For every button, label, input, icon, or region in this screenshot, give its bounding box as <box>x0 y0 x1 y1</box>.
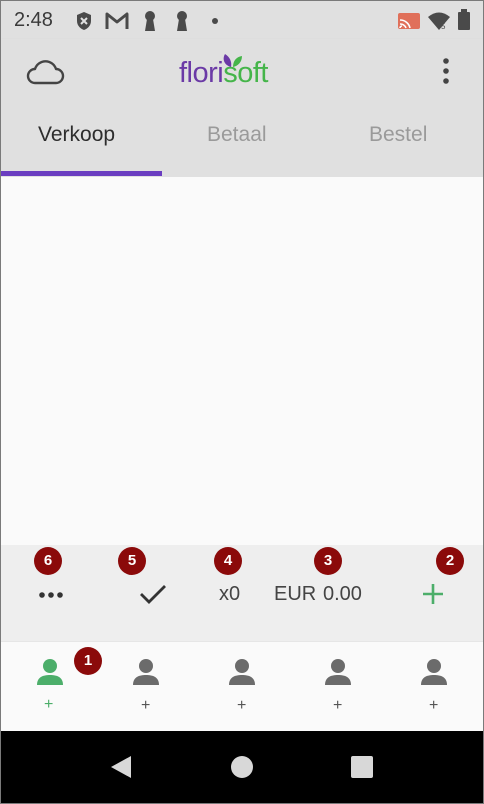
app-frame: 2:48 5 florisoft Verkoop Betaal Bestel 6… <box>1 1 483 803</box>
keyhole-icon <box>145 11 155 31</box>
person-icon <box>229 659 255 685</box>
sales-list-area <box>1 177 483 545</box>
more-horiz-icon[interactable] <box>38 591 64 599</box>
customer-slot-4[interactable]: + <box>289 642 385 730</box>
cloud-icon[interactable] <box>25 59 65 85</box>
customer-slot-5[interactable]: + <box>385 642 481 730</box>
more-vert-icon[interactable] <box>441 57 451 85</box>
system-nav-bar <box>1 731 483 803</box>
svg-text:5: 5 <box>441 22 446 31</box>
customer-add-label: + <box>429 697 439 714</box>
customer-bar: 1 + + + + + <box>1 641 483 732</box>
dot-icon <box>212 18 218 24</box>
tab-verkoop[interactable]: Verkoop <box>38 123 115 147</box>
badge-2: 2 <box>436 547 464 575</box>
customer-add-label: + <box>333 697 343 714</box>
check-icon[interactable] <box>139 583 167 605</box>
app-bar: florisoft Verkoop Betaal Bestel <box>1 39 483 177</box>
customer-add-label: + <box>237 697 247 714</box>
logo-text-flori: flori <box>179 57 224 89</box>
status-bar: 2:48 5 <box>1 1 483 39</box>
customer-slot-3[interactable]: + <box>193 642 289 730</box>
badge-6: 6 <box>34 547 62 575</box>
status-time: 2:48 <box>14 9 53 31</box>
home-icon[interactable] <box>230 755 254 779</box>
wifi-icon: 5 <box>428 12 450 31</box>
tab-bestel[interactable]: Bestel <box>369 123 427 147</box>
total-amount: 0.00 <box>323 583 362 605</box>
battery-icon <box>458 9 470 30</box>
customer-add-label: + <box>44 696 54 713</box>
back-icon[interactable] <box>109 755 133 779</box>
cast-icon <box>398 13 420 29</box>
logo-leaf-icon <box>223 54 242 67</box>
recents-icon[interactable] <box>350 755 374 779</box>
keyhole-icon <box>177 11 187 31</box>
badge-4: 4 <box>214 547 242 575</box>
shield-x-icon <box>77 12 91 30</box>
active-tab-indicator <box>1 171 162 176</box>
person-icon <box>421 659 447 685</box>
person-icon <box>37 659 63 685</box>
person-icon <box>133 659 159 685</box>
customer-slot-2[interactable]: + <box>97 642 193 730</box>
tab-betaal[interactable]: Betaal <box>207 123 267 147</box>
customer-add-label: + <box>141 697 151 714</box>
currency-label: EUR <box>274 583 317 605</box>
badge-3: 3 <box>314 547 342 575</box>
person-icon <box>325 659 351 685</box>
badge-5: 5 <box>118 547 146 575</box>
gmail-icon <box>105 12 129 29</box>
quantity-label: x0 <box>219 583 241 605</box>
customer-slot-1[interactable]: + <box>1 642 97 730</box>
plus-icon[interactable] <box>422 583 444 605</box>
sales-toolbar: 6 5 4 3 2 x0 EUR 0.00 <box>1 545 483 641</box>
